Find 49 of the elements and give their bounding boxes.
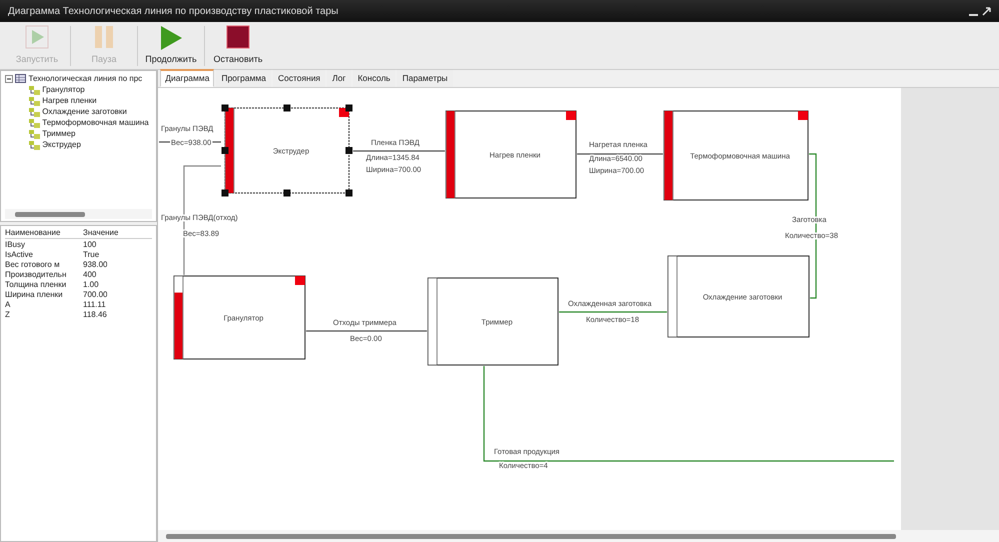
table-cell: 938.00 bbox=[83, 260, 108, 270]
table-cell-text: Производительн bbox=[5, 270, 68, 280]
machine-block[interactable] bbox=[664, 110, 808, 200]
table-cell-text: Вес готового м bbox=[5, 260, 61, 270]
table-cell: 111.11 bbox=[83, 300, 106, 310]
machine-block[interactable] bbox=[428, 278, 558, 366]
tree-item[interactable]: Триммер bbox=[42, 128, 76, 139]
collapse-icon[interactable] bbox=[5, 74, 13, 82]
stop-icon bbox=[226, 24, 250, 48]
tree-item[interactable]: Экструдер bbox=[42, 139, 81, 150]
table-cell: 118.46 bbox=[83, 310, 107, 320]
table-cell: 1.00 bbox=[83, 280, 99, 290]
table-cell-text: Ширина пленки bbox=[5, 290, 64, 300]
tree-item[interactable]: Охлаждение заготовки bbox=[42, 106, 127, 117]
table-cell: True bbox=[83, 250, 100, 260]
component-icon bbox=[29, 96, 40, 106]
table-cell: 100 bbox=[83, 240, 96, 250]
component-icon bbox=[29, 118, 40, 128]
table-cell-text: Толщина пленки bbox=[5, 280, 68, 290]
toolbar-button[interactable]: Остановить bbox=[207, 22, 269, 68]
column-header: Значение bbox=[83, 228, 118, 238]
machine-block[interactable] bbox=[668, 256, 810, 338]
column-header: Наименование bbox=[5, 228, 62, 238]
horizontal-scrollbar[interactable] bbox=[5, 209, 152, 219]
tree-item[interactable]: Термоформовочная машина bbox=[42, 117, 149, 128]
play-icon bbox=[25, 24, 49, 48]
table-cell-text: A bbox=[5, 300, 12, 310]
table-cell-text: Z bbox=[5, 310, 11, 320]
table-cell: 700.00 bbox=[83, 290, 108, 300]
toolbar-button[interactable]: Продолжить bbox=[140, 22, 202, 68]
tree-item[interactable]: Гранулятор bbox=[42, 84, 85, 95]
table-cell: 400 bbox=[83, 270, 96, 280]
machine-block[interactable] bbox=[174, 276, 306, 360]
machine-block[interactable] bbox=[446, 110, 576, 198]
horizontal-scrollbar[interactable] bbox=[158, 530, 999, 542]
table-cell-text: IBusy bbox=[5, 240, 26, 250]
table-icon bbox=[15, 74, 26, 83]
restore-icon[interactable] bbox=[982, 6, 991, 16]
tree-item[interactable]: Технологическая линия по прс bbox=[28, 73, 142, 84]
tab[interactable]: Диаграмма bbox=[160, 69, 214, 87]
table-cell-text: IsActive bbox=[5, 250, 34, 260]
component-icon bbox=[29, 84, 40, 94]
play-icon bbox=[159, 24, 183, 50]
pause-icon bbox=[92, 24, 116, 48]
component-icon bbox=[29, 140, 40, 150]
tree-item[interactable]: Нагрев пленки bbox=[42, 95, 97, 106]
component-icon bbox=[29, 128, 40, 138]
window-title: Диаграмма Технологическая линия по производству пластиковой тары bbox=[8, 4, 338, 18]
component-icon bbox=[29, 106, 40, 116]
